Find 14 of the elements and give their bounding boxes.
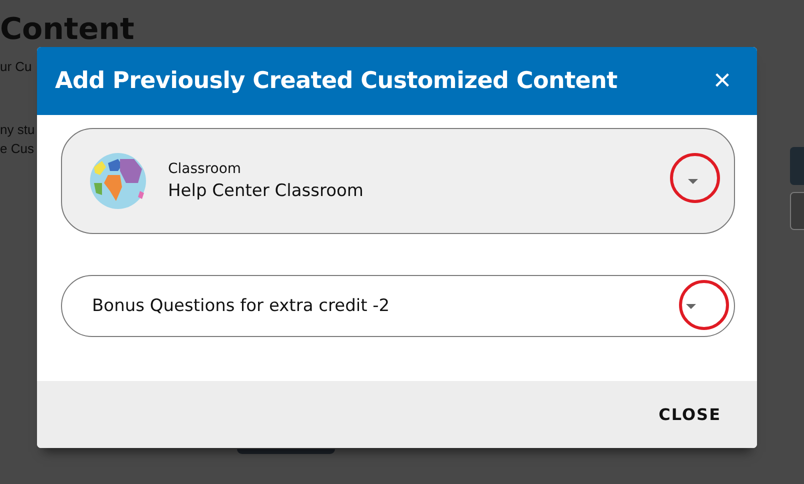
close-button[interactable]: CLOSE — [658, 399, 721, 430]
selected-value: Help Center Classroom — [168, 181, 364, 201]
selected-value: Bonus Questions for extra credit -2 — [92, 296, 391, 316]
caret-icon[interactable] — [688, 178, 698, 184]
dropdown-field[interactable]: Classroom Help Center Classroom — [61, 128, 735, 234]
page-heading: Content — [0, 12, 134, 47]
field-label: Classroom — [168, 161, 242, 177]
dialog-title: Add Previously Created Customized Content — [55, 68, 618, 94]
page-text: e Cus — [0, 141, 34, 156]
page-text: ny stu — [0, 122, 35, 137]
page-text: ur Cu — [0, 59, 32, 74]
globe-icon — [90, 153, 146, 209]
caret-icon[interactable] — [686, 304, 696, 308]
dropdown-field[interactable]: Bonus Questions for extra credit -2 — [61, 275, 735, 337]
